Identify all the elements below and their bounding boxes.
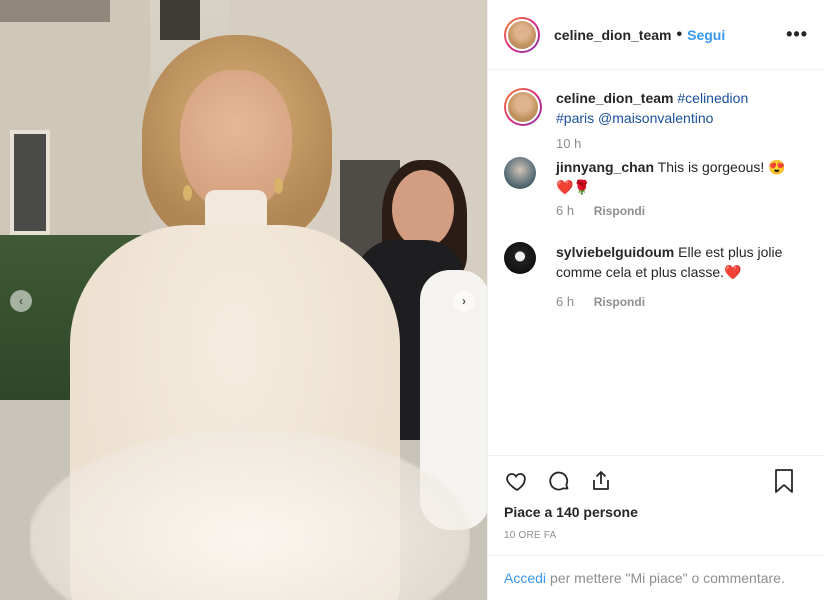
mention-maisonvalentino[interactable]: @maisonvalentino	[598, 110, 713, 126]
comment-text: jinnyang_chan This is gorgeous! 😍 ❤️🌹	[556, 157, 801, 197]
background-person-face	[392, 170, 454, 248]
comment-text: sylviebelguidoum Elle est plus jolie com…	[556, 242, 801, 282]
login-prompt-text: per mettere "Mi piace" o commentare.	[550, 570, 785, 586]
login-prompt: Accedi per mettere "Mi piace" o commenta…	[488, 555, 824, 600]
post-photo[interactable]: ‹ ›	[0, 0, 487, 600]
comment-icon[interactable]	[546, 468, 572, 494]
comments-section[interactable]: celine_dion_team #celinedion #paris @mai…	[488, 70, 824, 455]
commenter-avatar[interactable]	[504, 242, 536, 274]
post-caption: celine_dion_team #celinedion #paris @mai…	[488, 70, 824, 128]
separator-dot: •	[676, 25, 683, 43]
reply-button[interactable]: Rispondi	[594, 295, 645, 309]
comment-item: jinnyang_chan This is gorgeous! 😍 ❤️🌹	[488, 157, 824, 197]
bookmark-icon[interactable]	[771, 468, 797, 494]
background-building-left	[0, 0, 150, 250]
author-username[interactable]: celine_dion_team	[554, 27, 672, 43]
building-window-top	[160, 0, 200, 40]
earring-right	[274, 178, 283, 194]
post-sidebar: celine_dion_team • Segui ••• celine_dion…	[487, 0, 824, 600]
likes-count[interactable]: Piace a 140 persone	[504, 504, 809, 520]
hashtag-celinedion[interactable]: #celinedion	[677, 90, 748, 106]
share-icon[interactable]	[588, 468, 614, 494]
heart-icon[interactable]	[504, 468, 530, 494]
hashtag-paris[interactable]: #paris	[556, 110, 594, 126]
dress-feathers	[30, 430, 470, 600]
follow-button[interactable]: Segui	[687, 27, 725, 43]
caption-username[interactable]: celine_dion_team	[556, 90, 674, 106]
building-ledge	[0, 0, 110, 22]
more-options-icon[interactable]: •••	[786, 24, 808, 45]
post-header: celine_dion_team • Segui •••	[488, 0, 824, 70]
author-avatar[interactable]	[504, 16, 540, 53]
post-timestamp: 10 ORE FA	[504, 530, 557, 541]
comment-username[interactable]: jinnyang_chan	[556, 159, 654, 175]
reply-button[interactable]: Rispondi	[594, 204, 645, 218]
caption-avatar[interactable]	[504, 88, 542, 126]
carousel-next-button[interactable]: ›	[453, 290, 475, 312]
post-actions: Piace a 140 persone 10 ORE FA	[488, 455, 824, 555]
comment-username[interactable]: sylviebelguidoum	[556, 244, 674, 260]
earring-left	[183, 185, 192, 201]
action-icons	[504, 466, 809, 496]
caption-text: celine_dion_team #celinedion #paris @mai…	[556, 88, 796, 128]
commenter-avatar[interactable]	[504, 157, 536, 189]
caption-timestamp: 10 h	[556, 136, 582, 151]
comment-meta: 6 h Rispondi	[556, 203, 824, 218]
comment-time: 6 h	[556, 294, 575, 309]
login-link[interactable]: Accedi	[504, 570, 546, 586]
building-window	[10, 130, 50, 235]
carousel-prev-button[interactable]: ‹	[10, 290, 32, 312]
comment-meta: 6 h Rispondi	[556, 294, 824, 309]
comment-time: 6 h	[556, 203, 575, 218]
chevron-left-icon: ‹	[19, 294, 23, 308]
comment-item: sylviebelguidoum Elle est plus jolie com…	[488, 242, 824, 282]
chevron-right-icon: ›	[462, 294, 466, 308]
